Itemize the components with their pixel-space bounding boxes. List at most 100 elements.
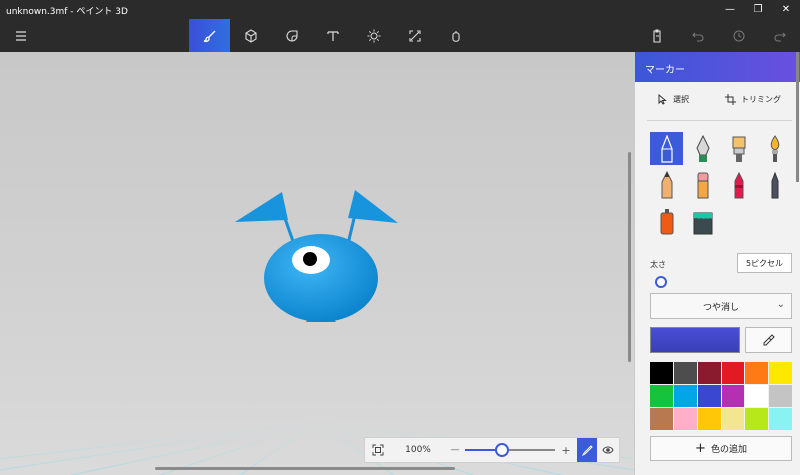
brush-calligraphy-pen[interactable] (686, 132, 719, 165)
select-button[interactable]: 選択 (657, 94, 689, 105)
panel-scrollbar[interactable] (796, 52, 799, 182)
zoom-slider[interactable] (465, 437, 555, 463)
finish-dropdown[interactable]: つや消し ⌄ (650, 293, 792, 319)
redo-icon (774, 32, 786, 42)
cursor-icon (658, 94, 667, 105)
pen-mode-button[interactable] (577, 438, 597, 462)
brush-marker[interactable] (650, 132, 683, 165)
eyedropper-button[interactable] (745, 327, 792, 353)
hamburger-icon (15, 30, 26, 41)
color-swatch[interactable] (769, 408, 792, 430)
plus-icon: + (695, 441, 706, 456)
text-icon (326, 30, 339, 41)
brush-oil[interactable] (722, 132, 755, 165)
color-swatch[interactable] (769, 385, 792, 407)
color-swatch[interactable] (745, 385, 769, 407)
vertical-scrollbar[interactable] (628, 152, 631, 362)
zoom-slider-knob[interactable] (494, 443, 509, 457)
title-bar: unknown.3mf - ペイント 3D — ❐ ✕ (0, 0, 800, 19)
color-swatch[interactable] (650, 362, 673, 384)
horizontal-scrollbar[interactable] (155, 467, 455, 470)
pencil-icon (661, 170, 672, 198)
thickness-input[interactable]: 5ピクセル (737, 253, 792, 273)
color-swatch[interactable] (721, 362, 745, 384)
color-swatch[interactable] (673, 385, 697, 407)
brush-fill[interactable] (686, 204, 719, 237)
effects-tool[interactable] (353, 19, 394, 52)
stickers-tool[interactable] (271, 19, 312, 52)
color-swatch[interactable] (697, 385, 721, 407)
select-crop-row: 選択 トリミング (635, 86, 795, 114)
add-color-button[interactable]: + 色の追加 (650, 436, 792, 461)
paste-button[interactable] (636, 19, 677, 52)
brush-eraser[interactable] (686, 168, 719, 201)
color-swatch[interactable] (650, 408, 673, 430)
color-swatch[interactable] (769, 362, 792, 384)
finish-value: つや消し (702, 302, 739, 313)
text-tool[interactable] (312, 19, 353, 52)
crop-label: トリミング (741, 95, 781, 104)
crayon-icon (734, 171, 743, 198)
main-toolbar (0, 19, 800, 52)
canvas-tool[interactable] (394, 19, 435, 52)
color-palette (650, 362, 792, 430)
color-swatch[interactable] (745, 362, 769, 384)
clipboard-icon (652, 28, 661, 43)
zoom-out-button[interactable]: — (445, 445, 465, 455)
undo-button[interactable] (677, 19, 718, 52)
fit-button[interactable] (365, 444, 391, 456)
3d-library-tool[interactable] (435, 19, 476, 52)
zoom-bar: 100% — + (364, 437, 620, 463)
color-swatch[interactable] (697, 408, 721, 430)
close-button[interactable]: ✕ (772, 0, 800, 19)
pixel-pen-icon (771, 171, 778, 198)
library-icon (451, 30, 460, 42)
sticker-icon (285, 29, 298, 42)
brushes-tool[interactable] (189, 19, 230, 52)
fill-bucket-icon (693, 212, 712, 234)
menu-button[interactable] (0, 19, 41, 52)
color-swatch[interactable] (721, 385, 745, 407)
brush-pencil[interactable] (650, 168, 683, 201)
spray-can-icon (660, 208, 673, 234)
crop-icon (725, 94, 736, 105)
panel-title: マーカー (635, 52, 800, 82)
3d-shapes-tool[interactable] (230, 19, 271, 52)
color-swatch[interactable] (697, 362, 721, 384)
current-color-swatch[interactable] (650, 327, 740, 353)
zoom-value: 100% (405, 445, 431, 455)
fit-icon (372, 444, 384, 456)
history-button[interactable] (718, 19, 759, 52)
calligraphy-pen-icon (695, 134, 710, 162)
color-swatch[interactable] (673, 408, 697, 430)
sun-icon (367, 29, 380, 42)
brush-crayon[interactable] (722, 168, 755, 201)
zoom-in-button[interactable]: + (555, 444, 577, 457)
brush-watercolor[interactable] (758, 132, 791, 165)
brush-spray-can[interactable] (650, 204, 683, 237)
divider (647, 120, 792, 121)
color-swatch[interactable] (673, 362, 697, 384)
brush-pixel-pen[interactable] (758, 168, 791, 201)
select-label: 選択 (673, 95, 689, 104)
watercolor-icon (770, 134, 779, 162)
monster-3d-model[interactable] (230, 182, 410, 342)
maximize-button[interactable]: ❐ (744, 0, 772, 19)
color-swatch[interactable] (650, 385, 673, 407)
eyedropper-icon (763, 334, 775, 346)
minimize-button[interactable]: — (716, 0, 744, 19)
brush-panel: マーカー 選択 トリミング 太さ 5ピクセル つや消し ⌄ + 色の追加 (634, 52, 800, 475)
eye-icon (602, 446, 614, 454)
chevron-down-icon: ⌄ (776, 299, 785, 310)
crop-button[interactable]: トリミング (725, 94, 781, 105)
view-mode-button[interactable] (597, 444, 619, 456)
thickness-label: 太さ (650, 260, 666, 269)
drawing-canvas[interactable]: 100% — + (0, 52, 634, 475)
cube-icon (244, 28, 257, 43)
thickness-slider-knob[interactable] (655, 276, 667, 288)
redo-button[interactable] (759, 19, 800, 52)
color-swatch[interactable] (721, 408, 745, 430)
eraser-icon (697, 172, 708, 198)
color-swatch[interactable] (745, 408, 769, 430)
undo-icon (691, 32, 703, 42)
